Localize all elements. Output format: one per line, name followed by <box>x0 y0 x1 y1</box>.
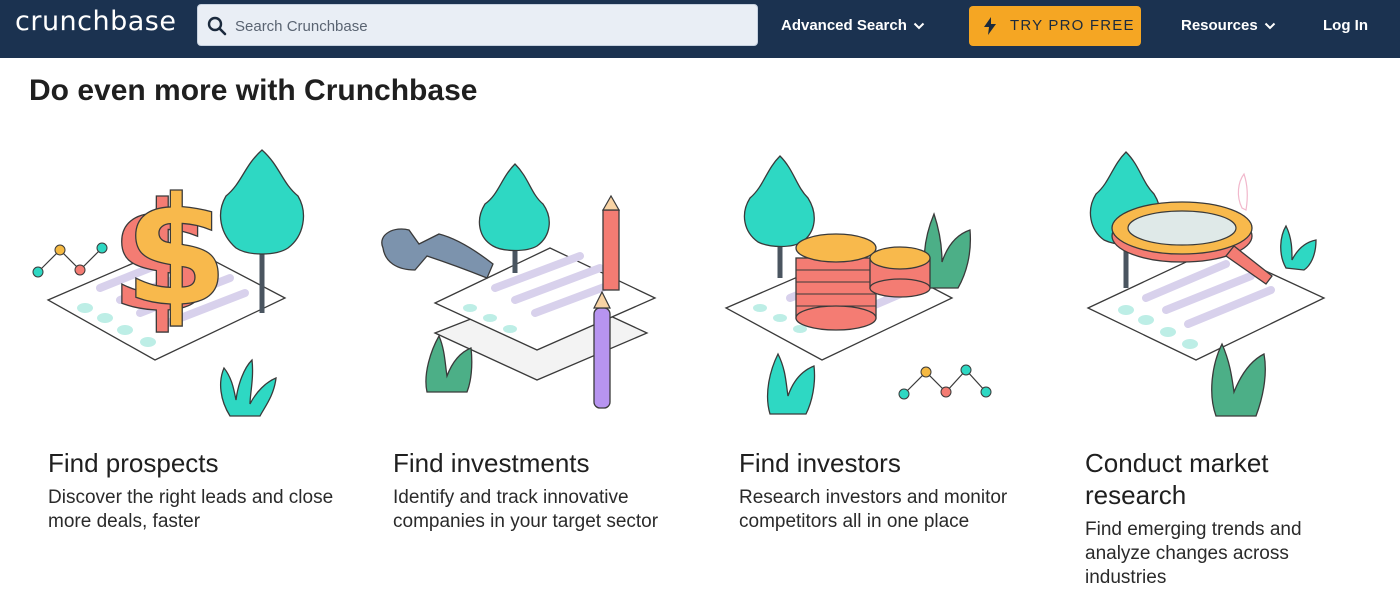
card-title[interactable]: Find prospects <box>48 447 338 479</box>
card-description: Identify and track innovative companies … <box>393 487 659 532</box>
wrench-icon <box>381 163 657 409</box>
svg-text:$: $ <box>124 166 228 340</box>
try-pro-free-button[interactable]: TRY PRO FREE <box>969 6 1141 46</box>
chevron-down-icon <box>1264 22 1275 30</box>
card-title[interactable]: Conduct market research <box>1085 447 1315 511</box>
search-box[interactable] <box>197 4 758 47</box>
page-title: Do even more with Crunchbase <box>29 74 478 107</box>
chevron-down-icon <box>913 22 925 30</box>
dollar-sign-icon: $ $ <box>32 149 305 417</box>
card-description: Research investors and monitor competito… <box>739 487 1008 532</box>
card-description: Find emerging trends and analyze changes… <box>1085 519 1302 588</box>
try-pro-free-label: TRY PRO FREE <box>1010 17 1135 34</box>
top-nav-bar: crunchbase Advanced Search TRY PRO FREE … <box>0 0 1400 58</box>
card-description: Discover the right leads and close more … <box>48 487 334 532</box>
search-icon <box>207 16 227 36</box>
login-link[interactable]: Log In <box>1323 17 1368 34</box>
magnifier-icon <box>1086 151 1326 417</box>
resources-label: Resources <box>1181 17 1258 34</box>
lightning-bolt-icon <box>984 17 996 35</box>
card-title[interactable]: Find investments <box>393 447 683 479</box>
crunchbase-logo[interactable]: crunchbase <box>15 6 177 37</box>
advanced-search-label: Advanced Search <box>781 17 907 34</box>
search-input[interactable] <box>233 5 737 47</box>
coins-icon <box>724 155 992 415</box>
advanced-search-menu[interactable]: Advanced Search <box>781 17 925 34</box>
card-title[interactable]: Find investors <box>739 447 1029 479</box>
resources-menu[interactable]: Resources <box>1181 17 1276 34</box>
